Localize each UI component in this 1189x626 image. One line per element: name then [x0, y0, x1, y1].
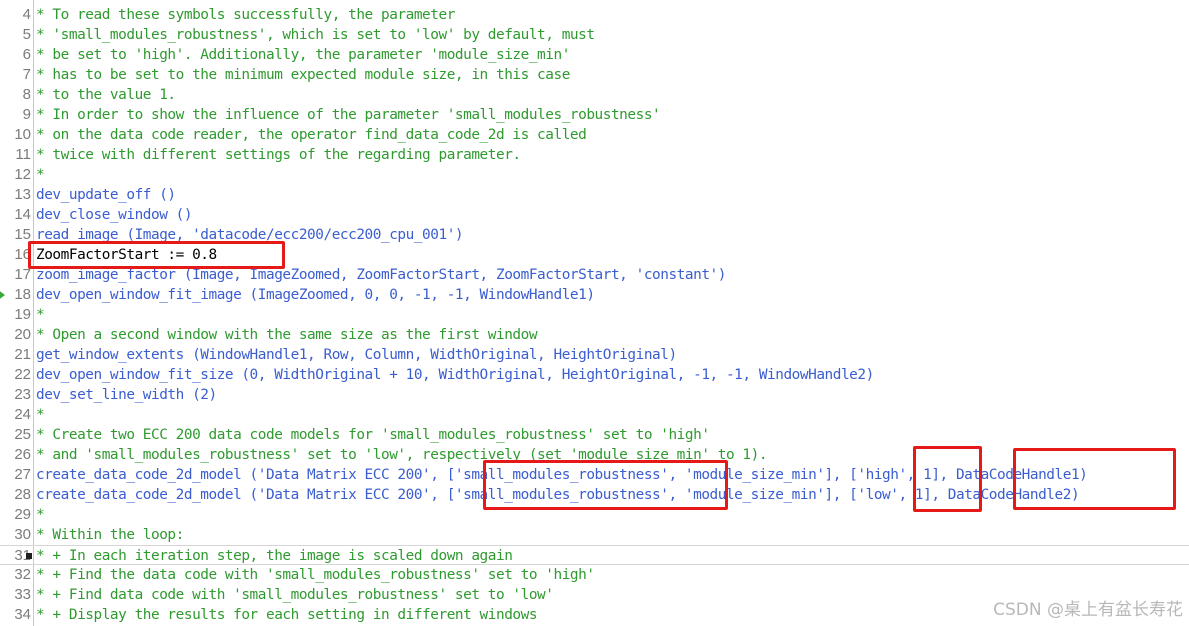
- code-line[interactable]: 30 * Within the loop:: [0, 525, 1189, 545]
- line-number: 23: [14, 386, 31, 403]
- line-code[interactable]: * be set to 'high'. Additionally, the pa…: [36, 45, 570, 65]
- code-line[interactable]: 13 dev_update_off (): [0, 185, 1189, 205]
- line-code[interactable]: dev_open_window_fit_size (0, WidthOrigin…: [36, 365, 874, 385]
- line-code[interactable]: * + Find the data code with 'small_modul…: [36, 565, 595, 585]
- line-number: 33: [14, 586, 31, 603]
- line-code[interactable]: * Create two ECC 200 data code models fo…: [36, 425, 710, 445]
- line-code[interactable]: * Within the loop:: [36, 525, 184, 545]
- line-number: 20: [14, 326, 31, 343]
- line-number: 24: [14, 406, 31, 423]
- line-number: 26: [14, 446, 31, 463]
- line-code[interactable]: * Open a second window with the same siz…: [36, 325, 538, 345]
- code-line[interactable]: 11 * twice with different settings of the…: [0, 145, 1189, 165]
- line-number: 25: [14, 426, 31, 443]
- line-number: 7: [22, 66, 31, 83]
- line-number: 18: [14, 286, 31, 303]
- code-line[interactable]: 32 * + Find the data code with 'small_mod…: [0, 565, 1189, 585]
- line-number: 10: [14, 126, 31, 143]
- code-line[interactable]: 24 *: [0, 405, 1189, 425]
- line-number: 17: [14, 266, 31, 283]
- line-number: 13: [14, 186, 31, 203]
- line-code[interactable]: get_window_extents (WindowHandle1, Row, …: [36, 345, 677, 365]
- line-number: 8: [22, 86, 31, 103]
- code-line[interactable]: 4 * To read these symbols successfully, t…: [0, 5, 1189, 25]
- code-line[interactable]: 22 dev_open_window_fit_size (0, WidthOrig…: [0, 365, 1189, 385]
- line-code[interactable]: dev_set_line_width (2): [36, 385, 217, 405]
- line-number: 14: [14, 206, 31, 223]
- code-line[interactable]: 20 * Open a second window with the same s…: [0, 325, 1189, 345]
- line-code[interactable]: *: [36, 305, 45, 325]
- highlight-datacodehandles: [1013, 448, 1176, 510]
- highlight-high-low: [913, 446, 982, 512]
- line-number: 34: [14, 606, 31, 623]
- line-code[interactable]: * + Find data code with 'small_modules_r…: [36, 585, 554, 605]
- line-code[interactable]: * on the data code reader, the operator …: [36, 125, 587, 145]
- execution-arrow-icon[interactable]: [0, 289, 5, 301]
- line-number: 19: [14, 306, 31, 323]
- line-number: 30: [14, 526, 31, 543]
- line-code[interactable]: *: [36, 405, 45, 425]
- line-number: 29: [14, 506, 31, 523]
- cursor-marker-icon: [26, 553, 32, 559]
- code-line[interactable]: 23 dev_set_line_width (2): [0, 385, 1189, 405]
- code-line[interactable]: 5 * 'small_modules_robustness', which is …: [0, 25, 1189, 45]
- line-code[interactable]: * 'small_modules_robustness', which is s…: [36, 25, 595, 45]
- line-number: 5: [22, 26, 31, 43]
- line-number: 4: [22, 6, 31, 23]
- line-code[interactable]: * To read these symbols successfully, th…: [36, 5, 455, 25]
- line-code[interactable]: * In order to show the influence of the …: [36, 105, 661, 125]
- line-number: 27: [14, 466, 31, 483]
- line-code[interactable]: *: [36, 505, 45, 525]
- code-line[interactable]: 12 *: [0, 165, 1189, 185]
- code-line[interactable]: 31 * + In each iteration step, the image …: [0, 545, 1189, 565]
- line-number: 21: [14, 346, 31, 363]
- code-line[interactable]: 19 *: [0, 305, 1189, 325]
- line-number: 9: [22, 106, 31, 123]
- line-code[interactable]: dev_open_window_fit_image (ImageZoomed, …: [36, 285, 595, 305]
- line-number: 6: [22, 46, 31, 63]
- line-number: 32: [14, 566, 31, 583]
- line-number: 22: [14, 366, 31, 383]
- code-line[interactable]: 6 * be set to 'high'. Additionally, the p…: [0, 45, 1189, 65]
- code-line[interactable]: 7 * has to be set to the minimum expected…: [0, 65, 1189, 85]
- line-code[interactable]: dev_close_window (): [36, 205, 193, 225]
- line-code[interactable]: * has to be set to the minimum expected …: [36, 65, 570, 85]
- code-editor[interactable]: 4 * To read these symbols successfully, t…: [0, 0, 1189, 626]
- line-number: 16: [14, 246, 31, 263]
- code-line[interactable]: 21 get_window_extents (WindowHandle1, Row…: [0, 345, 1189, 365]
- line-code[interactable]: dev_update_off (): [36, 185, 176, 205]
- line-code[interactable]: * + Display the results for each setting…: [36, 605, 538, 625]
- code-line[interactable]: 18 dev_open_window_fit_image (ImageZoomed…: [0, 285, 1189, 305]
- line-number: 12: [14, 166, 31, 183]
- highlight-zoomfactor: [28, 241, 285, 269]
- code-line[interactable]: 25 * Create two ECC 200 data code models …: [0, 425, 1189, 445]
- line-number: 15: [14, 226, 31, 243]
- line-number: 11: [15, 146, 31, 163]
- code-line[interactable]: 8 * to the value 1.: [0, 85, 1189, 105]
- code-line[interactable]: 9 * In order to show the influence of the…: [0, 105, 1189, 125]
- code-line[interactable]: 10 * on the data code reader, the operato…: [0, 125, 1189, 145]
- line-code[interactable]: * to the value 1.: [36, 85, 176, 105]
- line-code[interactable]: *: [36, 165, 45, 185]
- line-code[interactable]: * + In each iteration step, the image is…: [36, 546, 513, 566]
- line-number: 28: [14, 486, 31, 503]
- watermark: CSDN @桌上有盆长寿花: [993, 600, 1183, 620]
- code-line[interactable]: 14 dev_close_window (): [0, 205, 1189, 225]
- highlight-small-modules-robustness: [483, 460, 728, 510]
- line-code[interactable]: * twice with different settings of the r…: [36, 145, 521, 165]
